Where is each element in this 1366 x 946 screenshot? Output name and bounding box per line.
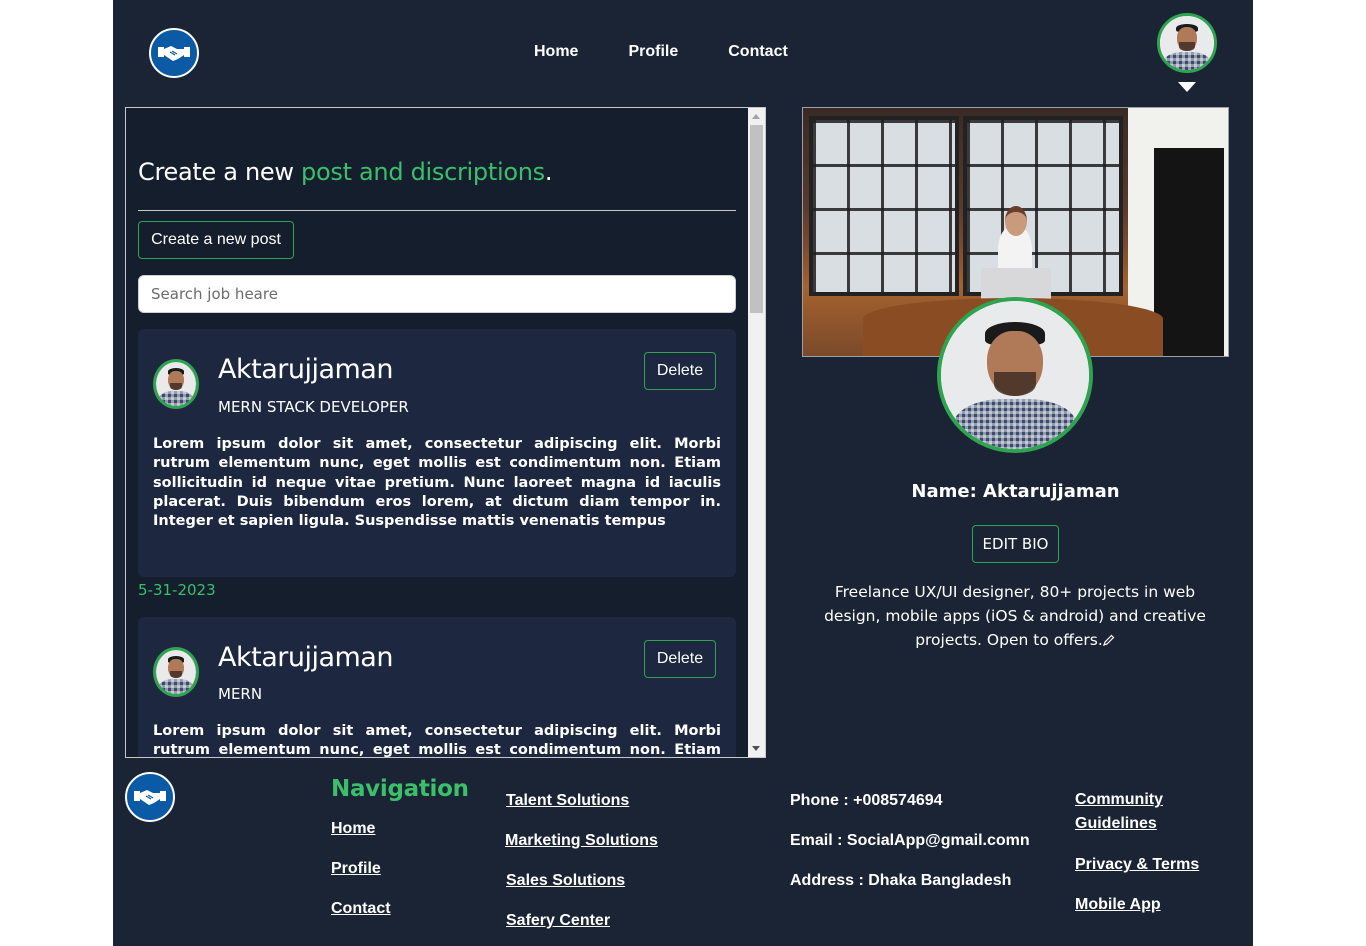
footer-phone: Phone : +008574694 — [790, 792, 943, 809]
footer-link-safety-center[interactable]: Safery Center — [506, 912, 610, 930]
profile-name: Name: Aktarujjaman — [911, 481, 1120, 502]
app-root: Home Profile Contact Create a new post a… — [113, 0, 1253, 946]
avatar-image — [941, 301, 1089, 449]
post-body: Lorem ipsum dolor sit amet, consectetur … — [153, 723, 721, 758]
heading-accent: post and discriptions — [301, 158, 545, 186]
footer-navigation-title: Navigation — [331, 776, 469, 802]
bio-text: Freelance UX/UI designer, 80+ projects i… — [824, 583, 1206, 649]
post-author-name: Aktarujjaman — [218, 642, 393, 673]
heading-prefix: Create a new — [138, 158, 302, 186]
cover-window — [809, 116, 959, 296]
scroll-down-arrow-icon[interactable] — [752, 746, 760, 751]
footer-link-profile[interactable]: Profile — [331, 860, 381, 878]
post-date: 5-31-2023 — [138, 581, 216, 599]
footer-link-community-guidelines[interactable]: Community Guidelines — [1075, 788, 1185, 836]
post-body: Lorem ipsum dolor sit amet, consectetur … — [153, 436, 721, 530]
post-author-avatar[interactable] — [153, 647, 199, 697]
handshake-logo-icon[interactable] — [149, 28, 199, 78]
footer-link-talent-solutions[interactable]: Talent Solutions — [506, 792, 629, 810]
footer-link-privacy-terms[interactable]: Privacy & Terms — [1075, 856, 1199, 874]
post-author-name: Aktarujjaman — [218, 354, 393, 385]
footer-logo-icon[interactable] — [125, 772, 175, 822]
handshake-icon — [134, 790, 166, 805]
profile-bio: Freelance UX/UI designer, 80+ projects i… — [810, 580, 1220, 652]
footer-link-marketing-solutions[interactable]: Marketing Solutions — [505, 832, 658, 850]
divider — [138, 210, 736, 211]
footer-email: Email : SocialApp@gmail.comn — [790, 832, 1030, 849]
post-card: Aktarujjaman MERN STACK DEVELOPER Delete… — [138, 329, 736, 577]
post-author-role: MERN STACK DEVELOPER — [218, 398, 409, 416]
post-author-role: MERN — [218, 685, 263, 703]
main-nav: Home Profile Contact — [534, 43, 788, 61]
caret-down-icon[interactable] — [1178, 82, 1196, 92]
avatar-image — [156, 362, 196, 406]
nav-home-link[interactable]: Home — [534, 43, 578, 61]
nav-contact-link[interactable]: Contact — [728, 43, 788, 61]
handshake-icon — [158, 46, 190, 61]
footer-link-mobile-app[interactable]: Mobile App — [1075, 896, 1161, 914]
post-author-avatar[interactable] — [153, 359, 199, 409]
scrollbar-thumb[interactable] — [750, 125, 763, 313]
footer-link-contact[interactable]: Contact — [331, 900, 391, 918]
footer-link-home[interactable]: Home — [331, 820, 375, 838]
pencil-icon[interactable] — [1102, 634, 1115, 646]
delete-post-button[interactable]: Delete — [644, 352, 716, 390]
avatar-image — [1160, 16, 1214, 70]
avatar-image — [156, 650, 196, 694]
scroll-up-arrow-icon[interactable] — [752, 114, 760, 119]
profile-picture[interactable] — [937, 297, 1093, 453]
composer-heading: Create a new post and discriptions. — [138, 158, 553, 186]
footer-link-sales-solutions[interactable]: Sales Solutions — [506, 872, 625, 890]
edit-bio-button[interactable]: EDIT BIO — [972, 525, 1059, 563]
create-post-button[interactable]: Create a new post — [138, 221, 294, 259]
heading-suffix: . — [544, 158, 553, 186]
post-card: Aktarujjaman MERN Delete Lorem ipsum dol… — [138, 617, 736, 758]
user-avatar[interactable] — [1157, 13, 1217, 73]
search-input[interactable] — [138, 275, 736, 313]
delete-post-button[interactable]: Delete — [644, 640, 716, 678]
nav-profile-link[interactable]: Profile — [628, 43, 678, 61]
scrollbar[interactable] — [748, 108, 765, 757]
posts-panel[interactable]: Create a new post and discriptions. Crea… — [125, 107, 766, 758]
footer-address: Address : Dhaka Bangladesh — [790, 872, 1012, 889]
